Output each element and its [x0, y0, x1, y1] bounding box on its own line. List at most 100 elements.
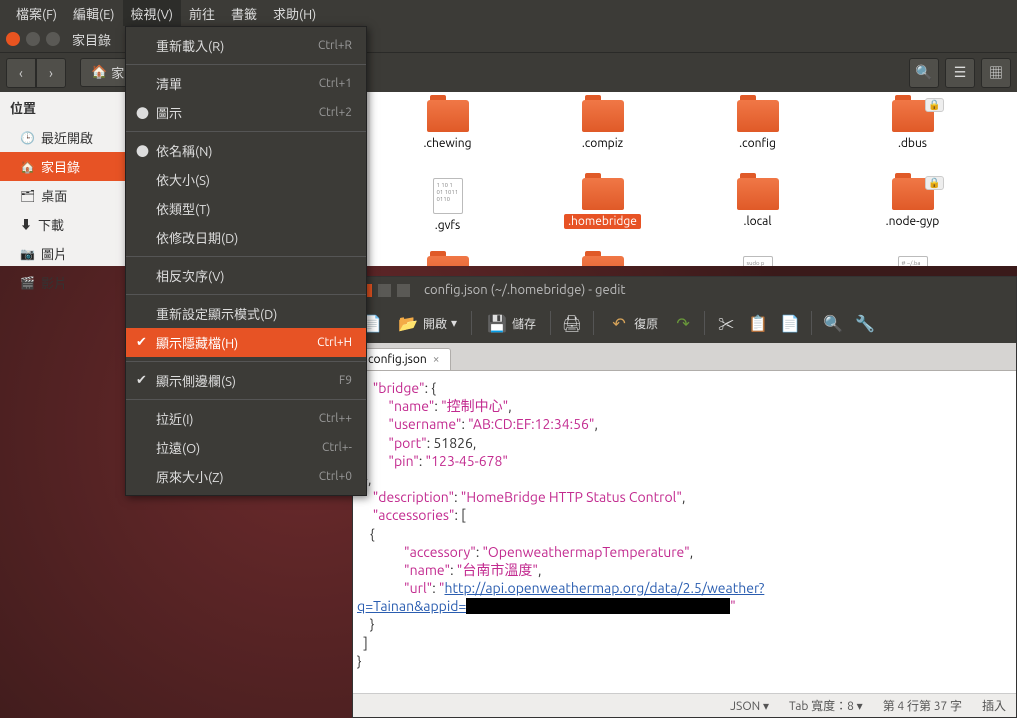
separator [704, 311, 705, 335]
menu-icons[interactable]: ●圖示Ctrl+2 [126, 98, 366, 127]
radio-icon: ● [136, 103, 149, 122]
folder-icon [892, 178, 934, 210]
fm-sidebar: 位置 🕒最近開啟 🏠家目錄 🗂桌面 ⬇下載 📷圖片 🎬影片 [0, 92, 130, 266]
status-insert-mode: 插入 [982, 697, 1006, 714]
menu-show-hidden[interactable]: ✔顯示隱藏檔(H)Ctrl+H [126, 328, 366, 357]
separator [126, 361, 366, 362]
menu-reload[interactable]: 重新載入(R)Ctrl+R [126, 31, 366, 60]
menu-by-name[interactable]: ●依名稱(N) [126, 136, 366, 165]
file-item[interactable]: sudo p sudo g exit [680, 254, 835, 266]
separator [126, 256, 366, 257]
sidebar-item-desktop[interactable]: 🗂桌面 [0, 181, 129, 210]
gedit-statusbar: JSON ▾ Tab 寬度：8 ▾ 第 4 行第 37 字 插入 [353, 693, 1016, 717]
menu-show-sidebar[interactable]: ✔顯示側邊欄(S)F9 [126, 366, 366, 395]
tab-label: config.json [368, 353, 427, 366]
home-icon: 🏠 [91, 65, 107, 80]
code-editor[interactable]: "bridge": { "name": "控制中心", "username": … [353, 371, 1016, 693]
folder-item[interactable]: .config [680, 98, 835, 176]
print-icon[interactable]: 🖨 [561, 312, 583, 334]
redo-icon[interactable]: ↷ [672, 312, 694, 334]
file-icon: # ~/.ba # wher [898, 256, 928, 266]
maximize-button[interactable] [46, 32, 60, 46]
separator [471, 311, 472, 335]
folder-item[interactable]: .chewing [370, 98, 525, 176]
back-button[interactable]: ‹ [6, 58, 36, 88]
folder-icon [582, 178, 624, 210]
list-view-button[interactable]: ☰ [945, 58, 975, 88]
separator [126, 131, 366, 132]
folder-icon [427, 100, 469, 132]
gedit-titlebar: config.json (~/.homebridge) - gedit [353, 277, 1016, 303]
menu-zoom-out[interactable]: 拉遠(O)Ctrl+- [126, 433, 366, 462]
tab-config-json[interactable]: config.json × [357, 348, 451, 370]
sidebar-item-home[interactable]: 🏠家目錄 [0, 152, 129, 181]
replace-icon[interactable]: 🔧 [854, 312, 876, 334]
menu-reverse[interactable]: 相反次序(V) [126, 261, 366, 290]
folder-icon [892, 100, 934, 132]
grid-view-button[interactable]: ▦ [981, 58, 1011, 88]
menu-go[interactable]: 前往 [181, 0, 223, 27]
sidebar-item-downloads[interactable]: ⬇下載 [0, 210, 129, 239]
file-icon: 1 10 1 01 1011 0110 [433, 178, 463, 214]
separator [593, 311, 594, 335]
menu-file[interactable]: 檔案(F) [8, 0, 65, 27]
home-icon: 🏠 [20, 160, 35, 174]
status-tab-width[interactable]: Tab 寬度：8 ▾ [789, 697, 863, 714]
folder-icon [427, 256, 469, 266]
cut-icon[interactable]: ✂ [715, 312, 737, 334]
file-item[interactable]: 1 10 1 01 1011 0110.gvfs [370, 176, 525, 254]
file-item[interactable]: # ~/.ba # wher [835, 254, 990, 266]
menu-by-date[interactable]: 依修改日期(D) [126, 223, 366, 252]
folder-icon [737, 100, 779, 132]
undo-icon: ↶ [608, 312, 630, 334]
separator [126, 64, 366, 65]
folder-item[interactable] [525, 254, 680, 266]
folder-item[interactable] [370, 254, 525, 266]
open-icon: 📂 [397, 312, 419, 334]
folder-item[interactable]: .compiz [525, 98, 680, 176]
sidebar-item-pictures[interactable]: 📷圖片 [0, 239, 129, 268]
save-button[interactable]: 💾儲存 [482, 310, 540, 336]
copy-icon[interactable]: 📋 [747, 312, 769, 334]
gedit-tab-bar: config.json × [353, 343, 1016, 371]
menu-by-size[interactable]: 依大小(S) [126, 165, 366, 194]
sidebar-item-recent[interactable]: 🕒最近開啟 [0, 123, 129, 152]
close-button[interactable] [6, 32, 20, 46]
folder-item[interactable]: .local [680, 176, 835, 254]
global-menubar: 檔案(F) 編輯(E) 檢視(V) 前往 書籤 求助(H) [0, 0, 1017, 26]
folder-icon: 🗂 [20, 189, 35, 203]
undo-button[interactable]: ↶復原 [604, 310, 662, 336]
folder-item-selected[interactable]: .homebridge [525, 176, 680, 254]
paste-icon[interactable]: 📄 [779, 312, 801, 334]
file-icon: sudo p sudo g exit [743, 256, 773, 266]
menu-edit[interactable]: 編輯(E) [65, 0, 122, 27]
menu-list[interactable]: 清單Ctrl+1 [126, 69, 366, 98]
separator [126, 399, 366, 400]
menu-view[interactable]: 檢視(V) [123, 0, 181, 27]
search-icon[interactable]: 🔍 [822, 312, 844, 334]
folder-item[interactable]: .dbus [835, 98, 990, 176]
gedit-toolbar: 📄 📂開啟 ▾ 💾儲存 🖨 ↶復原 ↷ ✂ 📋 📄 🔍 🔧 [353, 303, 1016, 343]
menu-zoom-reset[interactable]: 原來大小(Z)Ctrl+0 [126, 462, 366, 491]
clock-icon: 🕒 [20, 131, 35, 145]
maximize-button[interactable] [397, 284, 410, 297]
minimize-button[interactable] [378, 284, 391, 297]
menu-help[interactable]: 求助(H) [265, 0, 324, 27]
status-language[interactable]: JSON ▾ [730, 699, 769, 713]
minimize-button[interactable] [26, 32, 40, 46]
close-tab-icon[interactable]: × [433, 353, 440, 366]
forward-button[interactable]: › [36, 58, 66, 88]
open-button[interactable]: 📂開啟 ▾ [393, 310, 461, 336]
folder-item[interactable]: .node-gyp [835, 176, 990, 254]
menu-reset-display[interactable]: 重新設定顯示模式(D) [126, 299, 366, 328]
folder-icon [582, 256, 624, 266]
window-title: config.json (~/.homebridge) - gedit [424, 283, 626, 297]
sidebar-item-videos[interactable]: 🎬影片 [0, 268, 129, 297]
separator [550, 311, 551, 335]
menu-by-type[interactable]: 依類型(T) [126, 194, 366, 223]
sidebar-header: 位置 [0, 92, 129, 123]
search-button[interactable]: 🔍 [909, 58, 939, 88]
menu-zoom-in[interactable]: 拉近(I)Ctrl++ [126, 404, 366, 433]
menu-bookmarks[interactable]: 書籤 [223, 0, 265, 27]
camera-icon: 📷 [20, 247, 35, 261]
